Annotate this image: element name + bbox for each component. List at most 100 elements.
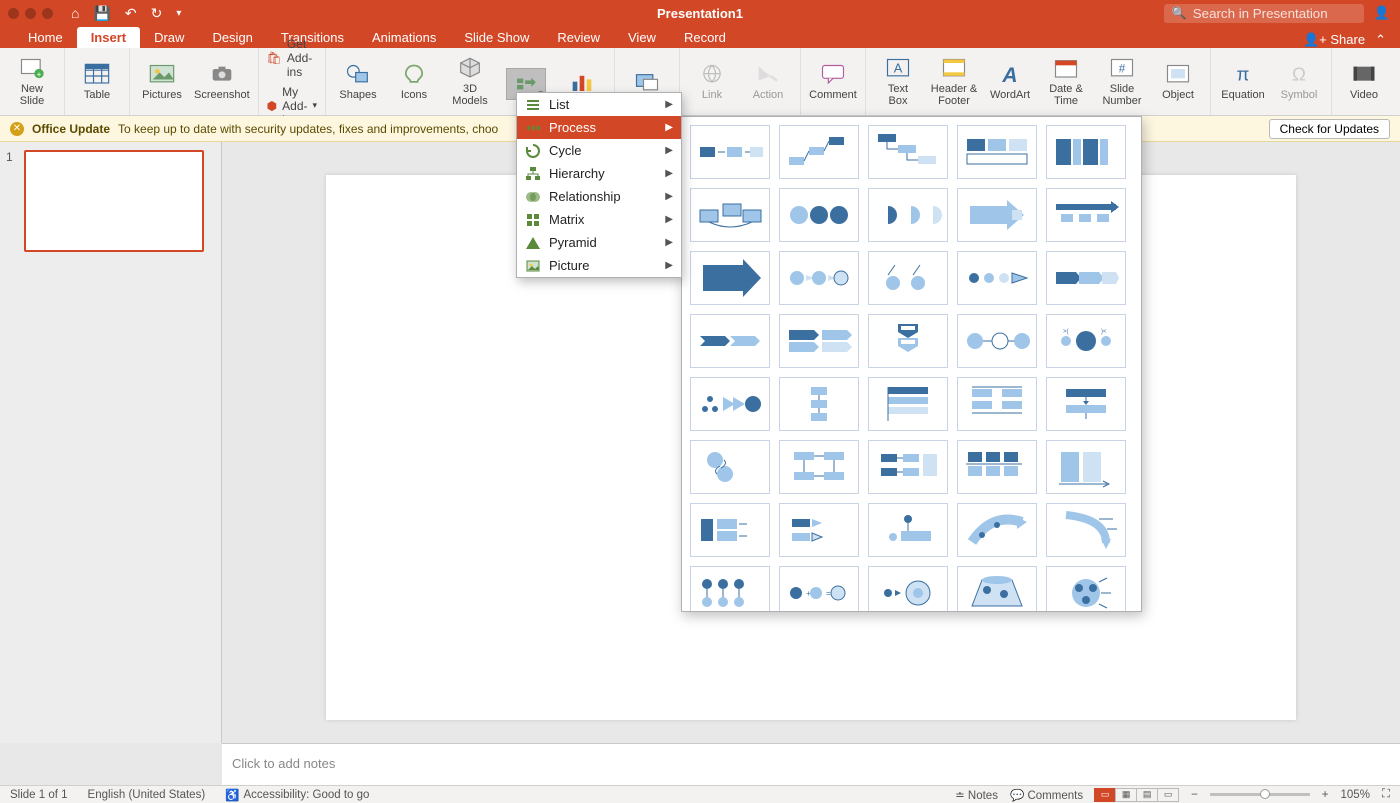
slide-thumbnail-panel[interactable]: 1 [0, 142, 222, 743]
tab-animations[interactable]: Animations [358, 27, 450, 48]
screenshot-button[interactable]: Screenshot [194, 62, 250, 101]
slideshow-view-button[interactable]: ▭ [1157, 788, 1179, 802]
smartart-layout-34[interactable] [957, 503, 1037, 557]
zoom-level[interactable]: 105% [1341, 789, 1370, 801]
smartart-gallery[interactable]: >()< += [681, 116, 1142, 612]
fit-window-button[interactable]: ⛶ [1382, 788, 1390, 801]
smartart-layout-12[interactable] [779, 251, 859, 305]
smartart-layout-21[interactable] [690, 377, 770, 431]
smartart-layout-3[interactable] [868, 125, 948, 179]
smartart-layout-17[interactable] [779, 314, 859, 368]
smartart-layout-6[interactable] [690, 188, 770, 242]
new-slide-button[interactable]: + New Slide [8, 56, 56, 107]
smartart-layout-32[interactable] [779, 503, 859, 557]
smartart-layout-15[interactable] [1046, 251, 1126, 305]
normal-view-button[interactable]: ▭ [1094, 788, 1116, 802]
smartart-layout-30[interactable] [1046, 440, 1126, 494]
smartart-layout-26[interactable] [690, 440, 770, 494]
minimize-window-btn[interactable] [25, 8, 36, 19]
smartart-layout-24[interactable] [957, 377, 1037, 431]
smartart-layout-4[interactable] [957, 125, 1037, 179]
smartart-layout-1[interactable] [690, 125, 770, 179]
qat-dropdown-icon[interactable]: ▾ [176, 8, 181, 19]
zoom-slide-button[interactable] [623, 70, 671, 94]
smartart-category-relationship[interactable]: Relationship▶ [517, 185, 681, 208]
smartart-layout-25[interactable] [1046, 377, 1126, 431]
user-icon[interactable]: 👤 [1374, 5, 1390, 21]
tab-review[interactable]: Review [543, 27, 614, 48]
smartart-layout-22[interactable] [779, 377, 859, 431]
status-slide[interactable]: Slide 1 of 1 [10, 789, 68, 801]
smartart-layout-16[interactable] [690, 314, 770, 368]
smartart-layout-27[interactable] [779, 440, 859, 494]
check-updates-button[interactable]: Check for Updates [1269, 119, 1390, 139]
smartart-layout-33[interactable] [868, 503, 948, 557]
link-button[interactable]: Link [688, 62, 736, 101]
smartart-layout-14[interactable] [957, 251, 1037, 305]
save-icon[interactable]: 💾 [93, 5, 110, 22]
smartart-layout-20[interactable]: >()< [1046, 314, 1126, 368]
notes-pane[interactable]: Click to add notes [222, 743, 1400, 785]
wordart-button[interactable]: A WordArt [986, 62, 1034, 101]
smartart-layout-10[interactable] [1046, 188, 1126, 242]
slide-preview[interactable] [24, 150, 204, 252]
smartart-category-list[interactable]: List▶ [517, 93, 681, 116]
datetime-button[interactable]: Date & Time [1042, 56, 1090, 107]
smartart-layout-5[interactable] [1046, 125, 1126, 179]
smartart-layout-18[interactable] [868, 314, 948, 368]
smartart-layout-13[interactable] [868, 251, 948, 305]
status-accessibility[interactable]: Accessibility: Good to go [244, 789, 370, 801]
smartart-layout-2[interactable] [779, 125, 859, 179]
tab-design[interactable]: Design [198, 27, 266, 48]
smartart-layout-31[interactable] [690, 503, 770, 557]
smartart-category-hierarchy[interactable]: Hierarchy▶ [517, 162, 681, 185]
smartart-category-cycle[interactable]: Cycle▶ [517, 139, 681, 162]
icons-button[interactable]: Icons [390, 62, 438, 101]
slide-number-button[interactable]: # Slide Number [1098, 56, 1146, 107]
close-window-btn[interactable] [8, 8, 19, 19]
smartart-layout-40[interactable] [1046, 566, 1126, 612]
smartart-layout-8[interactable] [868, 188, 948, 242]
home-icon[interactable]: ⌂ [71, 5, 79, 21]
sorter-view-button[interactable]: ▦ [1115, 788, 1137, 802]
tab-insert[interactable]: Insert [77, 27, 140, 48]
audio-button[interactable]: Audio [1396, 62, 1400, 101]
smartart-layout-7[interactable] [779, 188, 859, 242]
header-footer-button[interactable]: Header & Footer [930, 56, 978, 107]
smartart-layout-29[interactable] [957, 440, 1037, 494]
smartart-layout-19[interactable] [957, 314, 1037, 368]
zoom-in-button[interactable]: + [1322, 789, 1329, 801]
slide-thumbnail[interactable]: 1 [6, 150, 215, 252]
search-box[interactable]: 🔍 [1164, 4, 1364, 23]
tab-slideshow[interactable]: Slide Show [450, 27, 543, 48]
smartart-layout-23[interactable] [868, 377, 948, 431]
tab-view[interactable]: View [614, 27, 670, 48]
comments-toggle[interactable]: 💬 Comments [1010, 788, 1083, 802]
chart-button[interactable] [558, 70, 606, 94]
smartart-category-matrix[interactable]: Matrix▶ [517, 208, 681, 231]
status-language[interactable]: English (United States) [88, 789, 206, 801]
reading-view-button[interactable]: ▤ [1136, 788, 1158, 802]
smartart-layout-37[interactable]: += [779, 566, 859, 612]
smartart-layout-28[interactable] [868, 440, 948, 494]
search-input[interactable] [1193, 6, 1356, 21]
table-button[interactable]: Table [73, 62, 121, 101]
tab-draw[interactable]: Draw [140, 27, 198, 48]
maximize-window-btn[interactable] [42, 8, 53, 19]
smartart-layout-9[interactable] [957, 188, 1037, 242]
pictures-button[interactable]: Pictures [138, 62, 186, 101]
share-button[interactable]: 👤+ Share [1303, 32, 1365, 48]
smartart-layout-39[interactable] [957, 566, 1037, 612]
collapse-ribbon-icon[interactable]: ⌃ [1375, 32, 1386, 48]
tab-record[interactable]: Record [670, 27, 740, 48]
smartart-category-process[interactable]: Process▶ [517, 116, 681, 139]
smartart-category-pyramid[interactable]: Pyramid▶ [517, 231, 681, 254]
video-button[interactable]: Video [1340, 62, 1388, 101]
shapes-button[interactable]: Shapes [334, 62, 382, 101]
smartart-layout-11[interactable] [690, 251, 770, 305]
smartart-category-picture[interactable]: Picture▶ [517, 254, 681, 277]
textbox-button[interactable]: A Text Box [874, 56, 922, 107]
notes-toggle[interactable]: ≐ Notes [955, 788, 998, 802]
tab-home[interactable]: Home [14, 27, 77, 48]
smartart-layout-38[interactable] [868, 566, 948, 612]
